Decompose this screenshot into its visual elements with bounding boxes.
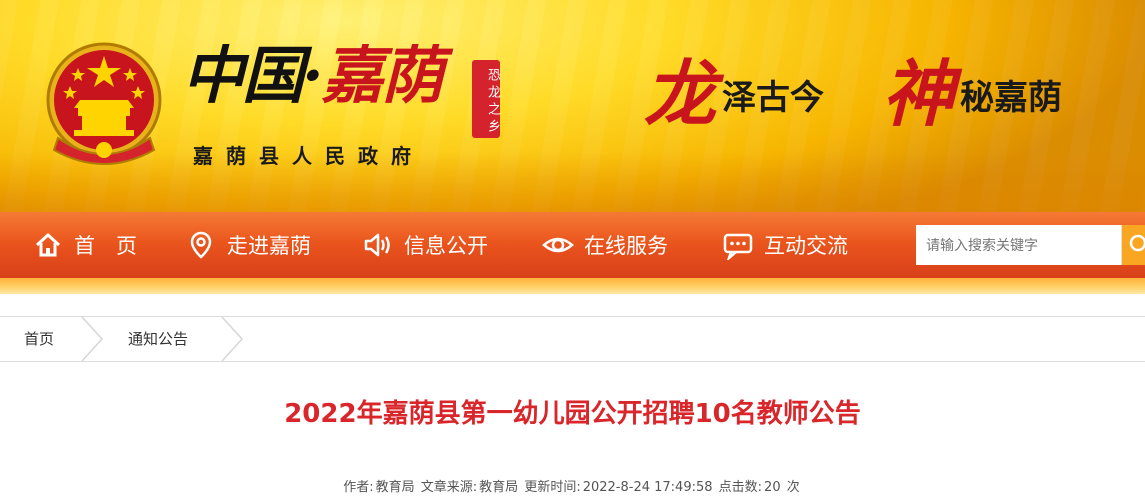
breadcrumb: 首页 通知公告 [0,316,1145,362]
slogan-2-calligraphy: 神 [882,51,955,136]
government-name: 嘉荫县人民政府 [193,144,424,168]
logo-text-jiayin: 嘉荫 [321,39,444,112]
nav-item-label: 互动交流 [764,234,848,258]
nav-item-label: 在线服务 [584,234,668,258]
chat-icon [722,229,754,261]
site-logo[interactable]: 中国·嘉荫 [182,36,512,128]
breadcrumb-notices[interactable]: 通知公告 [128,317,188,361]
nav-item-interaction[interactable]: 互动交流 [722,212,848,278]
search-button[interactable] [1121,225,1145,265]
speaker-icon [362,229,394,261]
logo-text-china: 中国 [182,39,304,112]
logo-dot: · [302,39,324,112]
nav-item-services[interactable]: 在线服务 [542,212,668,278]
search-icon [1129,234,1145,252]
slogan-1: 龙泽古今 [644,54,824,134]
national-emblem-icon [46,42,162,165]
search-input[interactable] [916,225,1121,265]
nav-item-label: 走进嘉荫 [227,234,311,258]
clicks-value: 20 [764,480,781,495]
article-title: 2022年嘉荫县第一幼儿园公开招聘10名教师公告 [284,399,861,429]
breadcrumb-chevron-icon [221,317,244,361]
nav-item-home[interactable]: 首 页 [32,212,137,278]
source-value: 教育局 [479,480,519,495]
clicks-label: 点击数: [718,480,763,495]
slogan-2: 神秘嘉荫 [882,54,1062,134]
nav-accent-strip [0,278,1145,294]
updated-value: 2022-8-24 17:49:58 [582,480,713,495]
nav-item-label: 信息公开 [404,234,488,258]
author-label: 作者: [343,480,374,495]
home-icon [32,229,64,261]
eye-icon [542,229,574,261]
nav-item-label: 首 页 [74,234,137,258]
updated-label: 更新时间: [524,480,581,495]
article-meta: 作者: 教育局 文章来源: 教育局 更新时间: 2022-8-24 17:49:58 … [0,476,1145,495]
slogan-1-calligraphy: 龙 [644,51,717,136]
slogan-1-text: 泽古今 [722,77,825,118]
clicks-unit: 次 [786,480,800,495]
slogan-2-text: 秘嘉荫 [960,77,1063,118]
breadcrumb-chevron-icon [81,317,104,361]
main-nav: 首 页 走进嘉荫 信息公开 在线服务 互动交流 [0,212,1145,278]
breadcrumb-home[interactable]: 首页 [24,317,54,361]
nav-item-about[interactable]: 走进嘉荫 [185,212,311,278]
header-banner: 中国·嘉荫 恐龙之乡 嘉荫县人民政府 龙泽古今 神秘嘉荫 [0,0,1145,212]
seal-stamp: 恐龙之乡 [472,60,500,138]
author-value: 教育局 [375,480,415,495]
location-pin-icon [185,229,217,261]
nav-item-info[interactable]: 信息公开 [362,212,488,278]
banner-skyline [0,152,1145,212]
source-label: 文章来源: [420,480,478,495]
